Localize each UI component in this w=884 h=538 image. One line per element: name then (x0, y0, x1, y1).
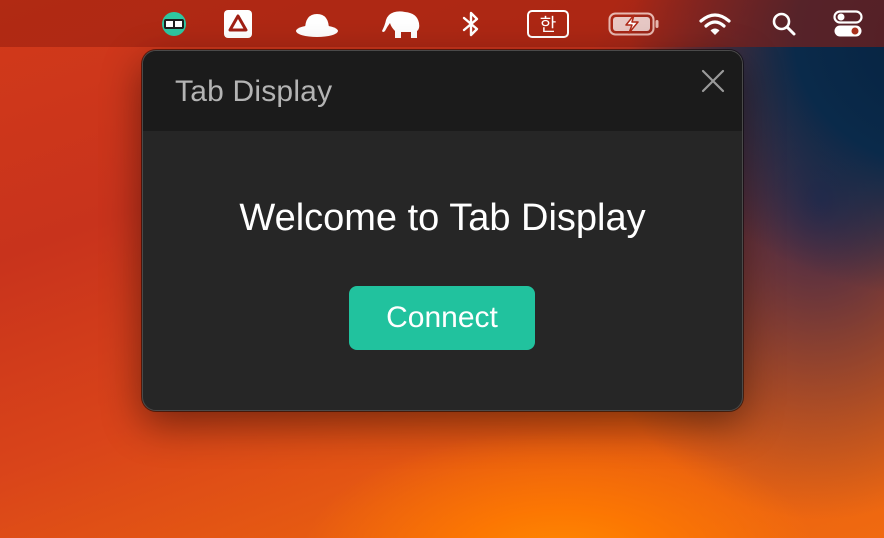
welcome-heading: Welcome to Tab Display (239, 197, 646, 239)
elephant-icon[interactable] (380, 9, 426, 39)
desktop-background: 한 Tab Display Welcome to Tab Display Con… (0, 0, 884, 538)
close-button[interactable] (698, 66, 728, 96)
close-icon (701, 69, 725, 93)
menu-bar: 한 (0, 0, 884, 47)
control-center-icon[interactable] (832, 9, 864, 39)
panel-header: Tab Display (143, 51, 742, 131)
tab-display-app-icon[interactable] (159, 9, 189, 39)
korean-input-icon[interactable]: 한 (525, 9, 571, 39)
panel-title: Tab Display (175, 75, 333, 108)
drive-icon[interactable] (222, 9, 254, 39)
tab-display-popover: Tab Display Welcome to Tab Display Conne… (142, 50, 743, 411)
input-source-label: 한 (527, 10, 569, 38)
hat-icon[interactable] (294, 9, 340, 39)
battery-charging-icon[interactable] (608, 9, 660, 39)
bluetooth-icon[interactable] (458, 9, 484, 39)
connect-button[interactable]: Connect (349, 286, 535, 350)
wifi-icon[interactable] (697, 9, 733, 39)
search-icon[interactable] (770, 9, 798, 39)
